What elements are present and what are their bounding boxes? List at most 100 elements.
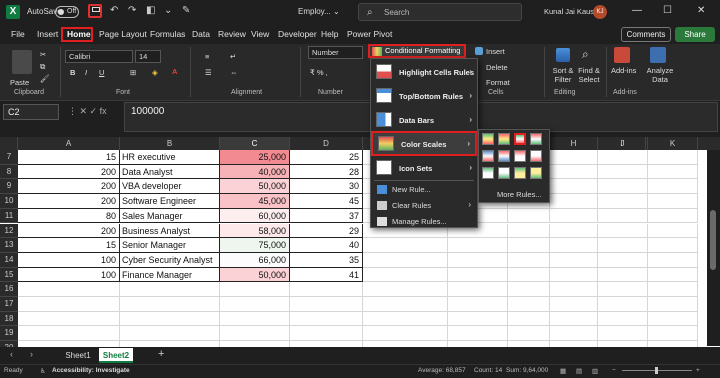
cell-a[interactable]: 100 — [18, 252, 120, 268]
font-name-select[interactable]: Calibri — [65, 50, 133, 63]
vertical-scrollbar[interactable] — [707, 150, 720, 346]
menu-insert[interactable]: Insert — [37, 29, 58, 39]
underline-button[interactable]: U — [99, 68, 104, 77]
color-scale-swatch[interactable] — [482, 133, 494, 145]
comments-button[interactable]: Comments — [621, 27, 671, 42]
column-header-a[interactable]: A — [18, 137, 120, 150]
cell-empty[interactable] — [648, 150, 698, 165]
cell-empty[interactable] — [550, 267, 598, 283]
new-rule-item[interactable]: New Rule... — [371, 182, 477, 198]
icon-sets-item[interactable]: Icon Sets › — [371, 157, 477, 179]
cell-d[interactable]: 35 — [290, 252, 363, 268]
cell-empty[interactable] — [220, 311, 290, 327]
cell-c[interactable]: 58,000 — [220, 223, 290, 239]
paste-label[interactable]: Paste — [10, 78, 29, 87]
document-name[interactable]: Employ... ⌄ — [298, 7, 340, 16]
color-scale-swatch[interactable] — [530, 150, 542, 162]
cell-empty[interactable] — [648, 297, 698, 312]
cell-empty[interactable] — [220, 282, 290, 297]
row-header[interactable]: 11 — [0, 208, 18, 224]
bold-button[interactable]: B — [70, 68, 75, 77]
cell-empty[interactable] — [648, 164, 698, 180]
cell-empty[interactable] — [220, 326, 290, 342]
cell-empty[interactable] — [448, 297, 508, 312]
color-scale-swatch[interactable] — [514, 133, 526, 145]
cell-a[interactable]: 100 — [18, 267, 120, 283]
column-header-b[interactable]: B — [120, 137, 220, 150]
cell-empty[interactable] — [18, 282, 120, 297]
cell-empty[interactable] — [508, 238, 550, 253]
cell-empty[interactable] — [598, 326, 648, 342]
cell-b[interactable]: Software Engineer — [120, 194, 220, 209]
cell-empty[interactable] — [550, 238, 598, 253]
insert-cells-button[interactable]: Insert — [486, 47, 505, 56]
cell-empty[interactable] — [120, 282, 220, 297]
menu-view[interactable]: View — [251, 29, 269, 39]
row-header[interactable]: 18 — [0, 311, 18, 327]
cell-empty[interactable] — [598, 238, 648, 253]
cell-a[interactable]: 200 — [18, 223, 120, 239]
cell-empty[interactable] — [598, 267, 648, 283]
minimize-icon[interactable]: — — [632, 5, 642, 16]
font-color-icon[interactable]: A — [172, 67, 177, 76]
cell-c[interactable]: 50,000 — [220, 179, 290, 195]
cell-d[interactable]: 41 — [290, 267, 363, 283]
select-all-corner[interactable] — [0, 137, 18, 150]
wrap-text-icon[interactable]: ↵ — [230, 52, 236, 61]
cell-empty[interactable] — [448, 238, 508, 253]
menu-help[interactable]: Help — [321, 29, 338, 39]
cell-d[interactable]: 25 — [290, 150, 363, 165]
row-header[interactable]: 14 — [0, 252, 18, 268]
borders-icon[interactable]: ⊞ — [130, 68, 136, 77]
cell-empty[interactable] — [598, 252, 648, 268]
paste-icon[interactable] — [12, 50, 32, 74]
cell-empty[interactable] — [550, 326, 598, 342]
cell-empty[interactable] — [508, 297, 550, 312]
format-painter-icon[interactable]: 🖌 — [40, 74, 50, 83]
cell-empty[interactable] — [648, 311, 698, 327]
cell-empty[interactable] — [220, 297, 290, 312]
format-icon[interactable]: ◧ — [146, 5, 155, 16]
cell-empty[interactable] — [598, 297, 648, 312]
color-scale-swatch[interactable] — [498, 133, 510, 145]
menu-formulas[interactable]: Formulas — [150, 29, 185, 39]
align-left-icon[interactable]: ☰ — [205, 68, 212, 77]
cell-a[interactable]: 15 — [18, 238, 120, 253]
column-header-d[interactable]: D — [290, 137, 363, 150]
cell-empty[interactable] — [550, 179, 598, 195]
cell-c[interactable]: 25,000 — [220, 150, 290, 165]
addins-button[interactable]: Add-ins — [611, 66, 636, 75]
cell-c[interactable]: 66,000 — [220, 252, 290, 268]
column-header-j[interactable]: J — [598, 137, 648, 150]
font-size-select[interactable]: 14 — [135, 50, 161, 63]
cell-empty[interactable] — [508, 252, 550, 268]
zoom-slider-thumb[interactable] — [655, 367, 658, 374]
cell-empty[interactable] — [648, 282, 698, 297]
cell-empty[interactable] — [18, 311, 120, 327]
cell-empty[interactable] — [550, 194, 598, 209]
cell-empty[interactable] — [448, 252, 508, 268]
cell-d[interactable]: 37 — [290, 208, 363, 224]
cell-d[interactable]: 28 — [290, 164, 363, 180]
cell-empty[interactable] — [648, 194, 698, 209]
name-box[interactable]: C2 — [3, 104, 59, 120]
cell-empty[interactable] — [290, 297, 363, 312]
align-top-icon[interactable]: ≡ — [205, 52, 209, 61]
cell-empty[interactable] — [448, 267, 508, 283]
cell-empty[interactable] — [598, 282, 648, 297]
find-select-button[interactable]: Find & Select — [576, 66, 602, 84]
cell-empty[interactable] — [550, 208, 598, 224]
cell-empty[interactable] — [648, 252, 698, 268]
cell-a[interactable]: 200 — [18, 179, 120, 195]
page-layout-view-icon[interactable]: ▤ — [576, 367, 582, 375]
color-scales-item[interactable]: Color Scales › — [371, 131, 477, 156]
cell-b[interactable]: Data Analyst — [120, 164, 220, 180]
cell-d[interactable]: 30 — [290, 179, 363, 195]
row-header[interactable]: 17 — [0, 297, 18, 312]
cell-empty[interactable] — [550, 282, 598, 297]
color-scale-swatch[interactable] — [482, 150, 494, 162]
cell-empty[interactable] — [648, 238, 698, 253]
color-scale-swatch[interactable] — [498, 150, 510, 162]
number-format-select[interactable]: Number — [308, 46, 363, 59]
menu-review[interactable]: Review — [218, 29, 246, 39]
